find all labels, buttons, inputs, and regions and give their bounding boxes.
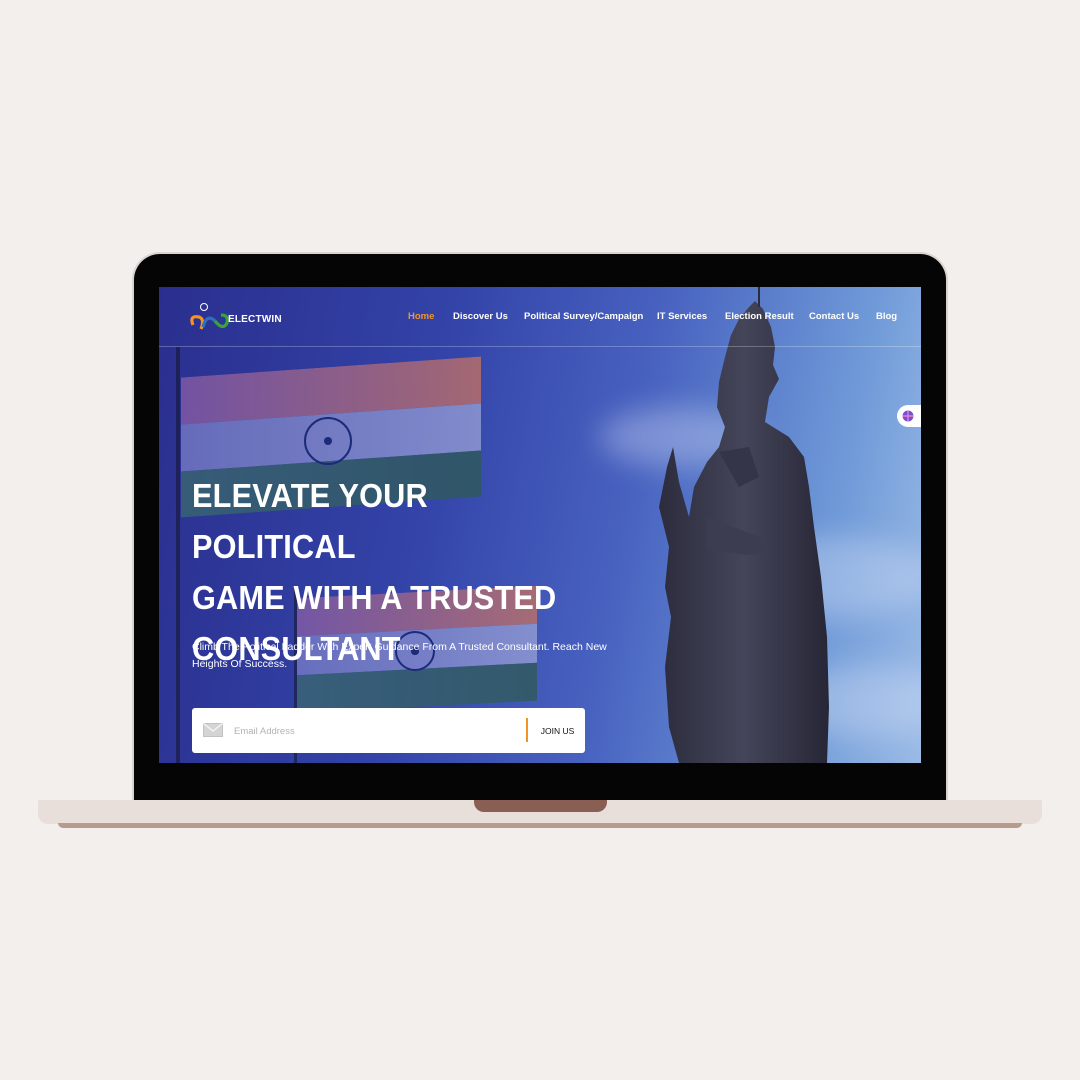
- signup-divider: [526, 718, 528, 742]
- hero-title-line: GAME WITH A TRUSTED: [192, 579, 557, 616]
- nav-it-services[interactable]: IT Services: [657, 311, 707, 322]
- nav-discover-us[interactable]: Discover Us: [453, 311, 508, 322]
- laptop-foot: [58, 823, 1022, 828]
- nav-contact-us[interactable]: Contact Us: [809, 311, 859, 322]
- side-widget[interactable]: [897, 405, 921, 427]
- join-us-button[interactable]: JOIN US: [530, 708, 585, 753]
- envelope-icon: [203, 722, 223, 742]
- laptop-notch: [474, 800, 607, 812]
- brand-name: ELECTWIN: [228, 314, 282, 325]
- newsletter-signup: JOIN US: [192, 708, 585, 753]
- nav-election-result[interactable]: Election Result: [725, 311, 794, 322]
- email-input[interactable]: [232, 719, 516, 743]
- hero-subtitle: Climb The Political Ladder With Expert G…: [192, 641, 607, 670]
- globe-icon: [902, 410, 914, 422]
- nav-political-survey[interactable]: Political Survey/Campaign: [524, 311, 643, 322]
- nav-blog[interactable]: Blog: [876, 311, 897, 322]
- nav-home[interactable]: Home: [408, 311, 434, 322]
- website-screen: ELECTWIN Home Discover Us Political Surv…: [159, 287, 921, 763]
- top-navbar: ELECTWIN Home Discover Us Political Surv…: [159, 287, 921, 347]
- hero-title-line: ELEVATE YOUR POLITICAL: [192, 477, 428, 565]
